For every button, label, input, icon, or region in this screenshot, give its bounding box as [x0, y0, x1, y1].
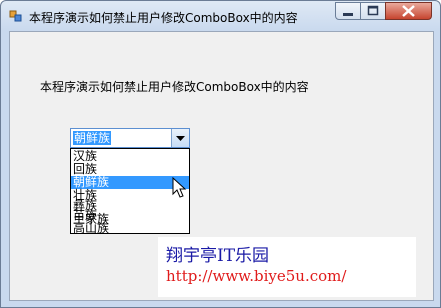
minimize-button[interactable] — [335, 2, 361, 20]
app-icon — [9, 10, 22, 22]
combobox-selected-text: 朝鲜族 — [73, 131, 112, 145]
maximize-button[interactable] — [360, 2, 386, 20]
list-item[interactable]: 高山族 — [71, 222, 189, 233]
combobox-dropdown-button[interactable] — [171, 129, 189, 147]
ethnicity-combobox[interactable]: 朝鲜族 — [70, 128, 190, 148]
window-title: 本程序演示如何禁止用户修改ComboBox中的内容 — [29, 11, 298, 25]
title-bar[interactable]: 本程序演示如何禁止用户修改ComboBox中的内容 — [1, 1, 440, 31]
mouse-cursor-icon — [172, 177, 187, 198]
minimize-icon — [343, 13, 353, 16]
chevron-down-icon — [176, 135, 185, 141]
watermark-site-name: 翔宇亭IT乐园 — [166, 246, 270, 266]
watermark-url: http://www.biye5u.com/ — [166, 267, 347, 285]
watermark: 翔宇亭IT乐园 http://www.biye5u.com/ — [158, 237, 416, 297]
close-button[interactable] — [385, 2, 432, 20]
description-label: 本程序演示如何禁止用户修改ComboBox中的内容 — [40, 80, 309, 94]
maximize-icon — [367, 5, 379, 16]
close-icon — [402, 5, 415, 17]
